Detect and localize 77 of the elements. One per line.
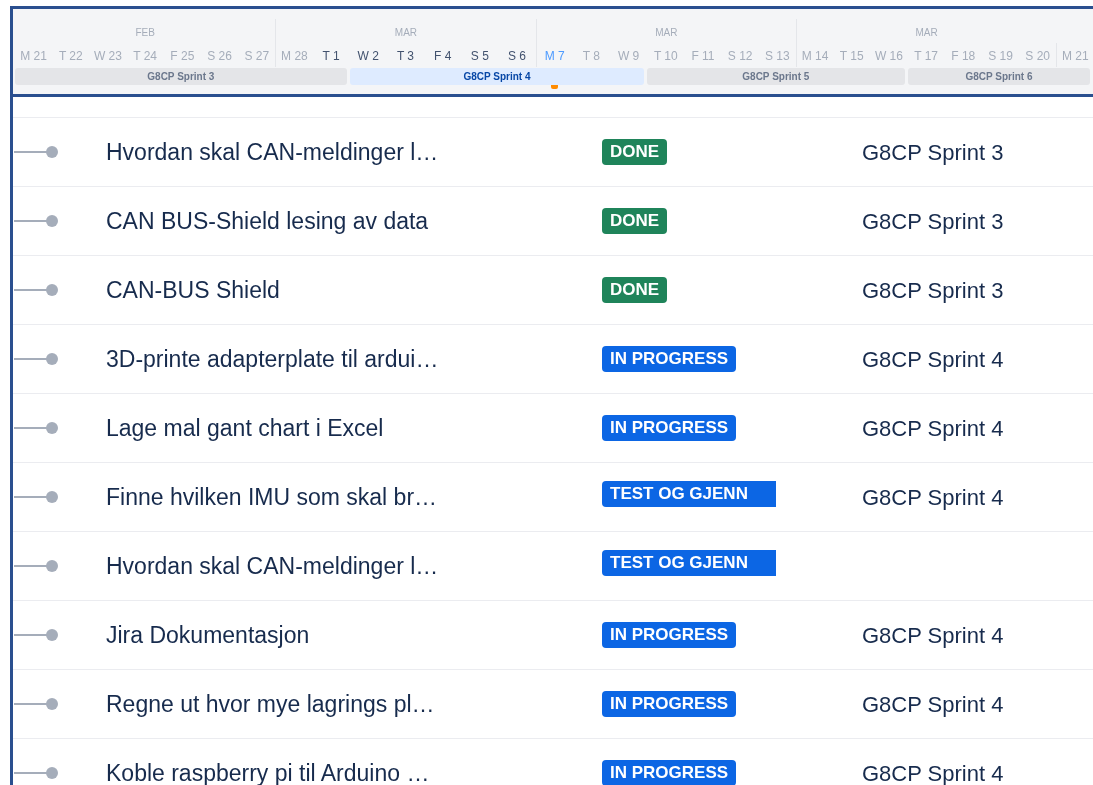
issue-title[interactable]: Lage mal gant chart i Excel [106,410,602,446]
issue-title[interactable]: Regne ut hvor mye lagrings pl… [106,686,602,722]
sprint-label: G8CP Sprint 3 [862,207,1004,236]
sprint-bar[interactable]: G8CP Sprint 5 [647,68,905,85]
day-label: T 10 [653,49,678,63]
day-label: M 7 [544,49,565,63]
status-badge: IN PROGRESS [602,415,737,441]
day-label: S 26 [207,49,232,63]
status-badge: DONE [602,208,668,234]
tree-connector-icon [14,767,60,779]
day-label: T 1 [322,49,340,63]
tree-connector-icon [14,422,60,434]
day-label: S 12 [727,49,753,63]
day-label: M 21 [20,49,47,63]
status-badge: IN PROGRESS [602,691,737,717]
sprint-bar[interactable]: G8CP Sprint 6 [907,68,1091,85]
day-label: M 21 [1062,49,1089,63]
sprint-label: G8CP Sprint 4 [862,690,1004,719]
issue-title[interactable]: Hvordan skal CAN-meldinger l… [106,548,602,584]
day-label: F 4 [434,49,452,63]
day-label: T 3 [396,49,415,63]
issue-title[interactable]: Koble raspberry pi til Arduino … [106,755,602,785]
month-label: MAR [655,27,678,38]
day-label: M 28 [281,49,308,63]
sprint-label: G8CP Sprint 3 [862,276,1004,305]
day-label: S 19 [988,49,1013,63]
sprint-label: G8CP Sprint 4 [862,414,1004,443]
day-label: S 20 [1025,49,1050,63]
day-label: T 24 [133,49,158,63]
month-label: MAR [394,27,418,38]
status-badge: TEST OG GJENN [602,549,776,576]
day-label: S 5 [470,49,489,63]
status-badge: IN PROGRESS [602,346,737,372]
day-label: T 8 [582,49,600,63]
issue-title[interactable]: 3D-printe adapterplate til ardui… [106,341,602,377]
month-label: MAR [915,27,938,38]
tree-connector-icon [14,215,60,227]
sprint-label: G8CP Sprint 4 [862,621,1004,650]
day-label: S 6 [508,49,527,63]
day-label: W 2 [357,49,379,63]
day-label: W 23 [93,49,122,63]
day-label: W 16 [874,49,903,63]
tree-connector-icon [14,146,60,158]
day-label: T 22 [58,49,83,63]
day-label: F 18 [951,49,976,63]
issue-title[interactable]: CAN BUS-Shield lesing av data [106,203,602,239]
issue-title[interactable]: Jira Dokumentasjon [106,617,602,653]
tree-connector-icon [14,560,60,572]
status-badge: DONE [602,139,668,165]
day-label: F 11 [691,49,715,63]
tree-connector-icon [14,491,60,503]
tree-connector-icon [14,629,60,641]
sprint-label: G8CP Sprint 4 [862,759,1004,785]
day-label: S 27 [244,49,270,63]
tree-connector-icon [14,353,60,365]
day-label: T 15 [839,49,864,63]
month-label: FEB [135,27,155,38]
issue-title[interactable]: Hvordan skal CAN-meldinger l… [106,134,602,170]
status-badge: TEST OG GJENN [602,480,776,507]
day-label: M 14 [801,49,829,63]
issue-title[interactable]: Finne hvilken IMU som skal br… [106,479,602,515]
day-label: W 9 [617,49,640,63]
sprint-label: G8CP Sprint 4 [862,345,1004,374]
sprint-label: G8CP Sprint 4 [862,483,1004,512]
tree-connector-icon [14,284,60,296]
tree-connector-icon [14,698,60,710]
sprint-bar[interactable]: G8CP Sprint 3 [15,68,347,85]
today-marker [550,85,558,89]
day-label: T 17 [914,49,938,63]
sprint-label: G8CP Sprint 3 [862,138,1004,167]
status-badge: IN PROGRESS [602,622,737,648]
status-badge: DONE [602,277,668,303]
sprint-bar[interactable]: G8CP Sprint 4 [349,68,645,85]
day-label: S 13 [765,49,790,63]
issue-title[interactable]: CAN-BUS Shield [106,272,602,308]
day-label: F 25 [170,49,195,63]
status-badge: IN PROGRESS [602,760,737,785]
